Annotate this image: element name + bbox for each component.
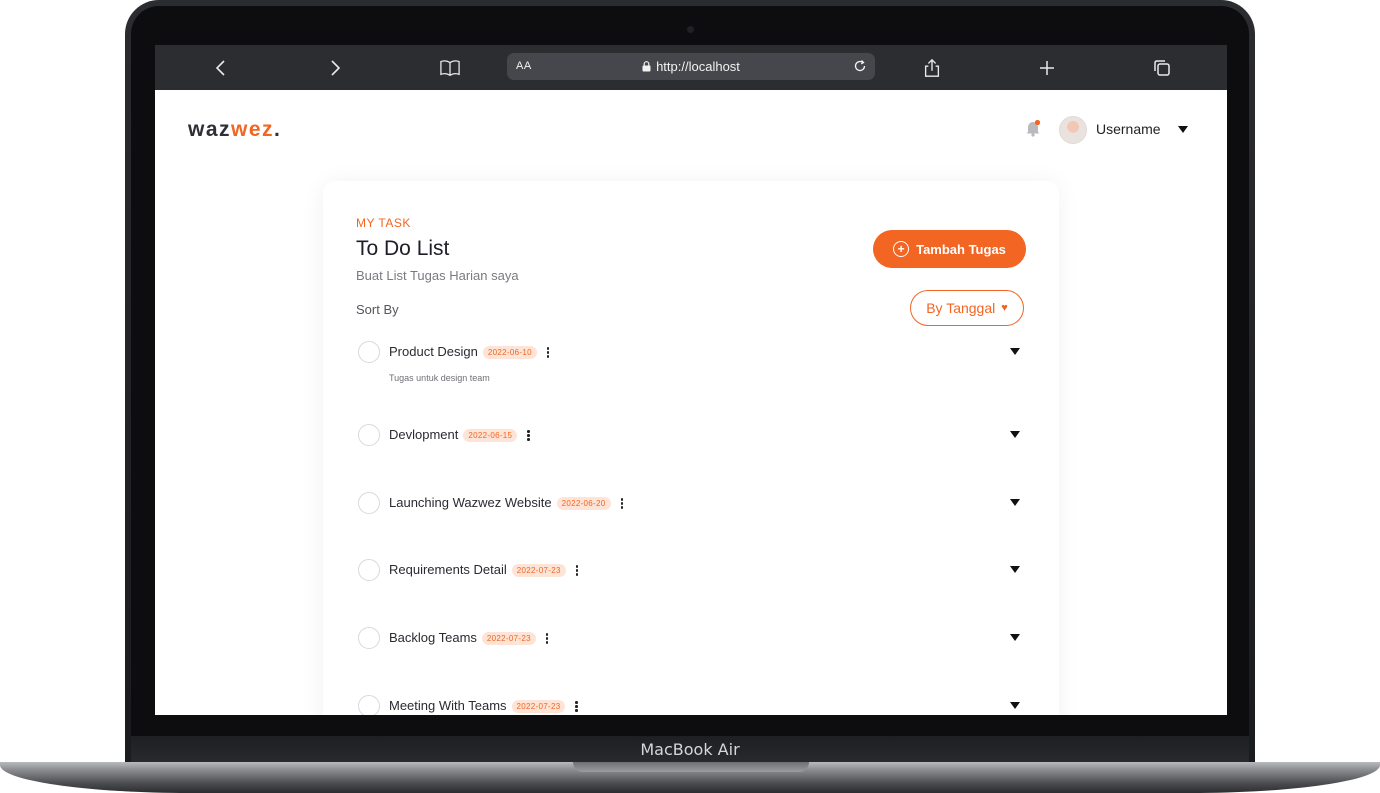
- task-name: Requirements Detail: [389, 562, 507, 577]
- more-options-icon[interactable]: [575, 564, 580, 578]
- more-options-icon[interactable]: [545, 632, 550, 646]
- app-page: wazwez. Username MY TASK To Do List Buat…: [155, 90, 1227, 715]
- sort-by-label: Sort By: [356, 302, 399, 317]
- wazwez-logo[interactable]: wazwez.: [188, 118, 281, 142]
- section-eyebrow: MY TASK: [356, 216, 411, 230]
- page-title: To Do List: [356, 237, 450, 260]
- task-checkbox[interactable]: [358, 695, 380, 715]
- task-date-badge: 2022-06-15: [463, 429, 518, 442]
- task-date-badge: 2022-07-23: [481, 632, 536, 645]
- forward-icon[interactable]: [323, 56, 347, 80]
- expand-caret-icon[interactable]: [1010, 634, 1020, 641]
- task-item: Backlog Teams 2022-07-23: [358, 627, 1028, 657]
- task-checkbox[interactable]: [358, 492, 380, 514]
- task-checkbox[interactable]: [358, 341, 380, 363]
- task-checkbox[interactable]: [358, 559, 380, 581]
- more-options-icon[interactable]: [546, 346, 551, 360]
- tabs-icon[interactable]: [1150, 56, 1174, 80]
- device-label: MacBook Air: [640, 740, 740, 759]
- laptop-hinge-notch: [573, 762, 809, 772]
- address-bar[interactable]: AA http://localhost: [507, 53, 875, 80]
- more-options-icon[interactable]: [620, 497, 625, 511]
- username-label[interactable]: Username: [1096, 121, 1161, 137]
- sort-by-date-button[interactable]: By Tanggal ♥: [910, 290, 1024, 326]
- plus-circle-icon: +: [893, 241, 910, 257]
- page-subtitle: Buat List Tugas Harian saya: [356, 268, 519, 283]
- task-item: Requirements Detail 2022-07-23: [358, 559, 1028, 589]
- task-checkbox[interactable]: [358, 424, 380, 446]
- expand-caret-icon[interactable]: [1010, 499, 1020, 506]
- heart-caret-icon: ♥: [1001, 302, 1008, 314]
- lock-icon: [642, 60, 651, 75]
- task-item: Meeting With Teams 2022-07-23: [358, 695, 1028, 715]
- url-text: http://localhost: [656, 59, 740, 74]
- share-icon[interactable]: [920, 56, 944, 80]
- task-date-badge: 2022-06-20: [556, 497, 611, 510]
- expand-caret-icon[interactable]: [1010, 348, 1020, 355]
- back-icon[interactable]: [209, 56, 233, 80]
- todo-card: MY TASK To Do List Buat List Tugas Haria…: [323, 181, 1059, 715]
- screen: AA http://localhost wazwez. Username MY …: [155, 45, 1227, 715]
- user-menu-caret-icon[interactable]: [1178, 126, 1188, 133]
- task-item: Product Design 2022-06-10 Tugas untuk des…: [358, 341, 1028, 383]
- reload-icon[interactable]: [852, 58, 868, 74]
- camera-dot: [687, 26, 694, 33]
- more-options-icon[interactable]: [575, 700, 579, 714]
- notification-bell-icon[interactable]: [1025, 119, 1041, 137]
- task-name: Meeting With Teams: [389, 698, 507, 713]
- expand-caret-icon[interactable]: [1010, 702, 1020, 709]
- task-checkbox[interactable]: [358, 627, 380, 649]
- task-date-badge: 2022-07-23: [511, 700, 566, 713]
- expand-caret-icon[interactable]: [1010, 431, 1020, 438]
- task-date-badge: 2022-07-23: [511, 564, 566, 577]
- task-date-badge: 2022-06-10: [482, 346, 537, 359]
- browser-toolbar: AA http://localhost: [155, 45, 1227, 90]
- task-description: Tugas untuk design team: [389, 373, 490, 383]
- task-name: Product Design: [389, 344, 478, 359]
- task-item: Launching Wazwez Website 2022-06-20: [358, 492, 1028, 522]
- expand-caret-icon[interactable]: [1010, 566, 1020, 573]
- bookmarks-icon[interactable]: [438, 56, 462, 80]
- avatar[interactable]: [1059, 116, 1087, 144]
- task-item: Devlopment 2022-06-15: [358, 424, 1028, 454]
- task-name: Devlopment: [389, 427, 459, 442]
- task-name: Backlog Teams: [389, 630, 477, 645]
- task-name: Launching Wazwez Website: [389, 495, 552, 510]
- add-task-button[interactable]: + Tambah Tugas: [873, 230, 1026, 268]
- new-tab-icon[interactable]: [1035, 56, 1059, 80]
- more-options-icon[interactable]: [527, 429, 531, 443]
